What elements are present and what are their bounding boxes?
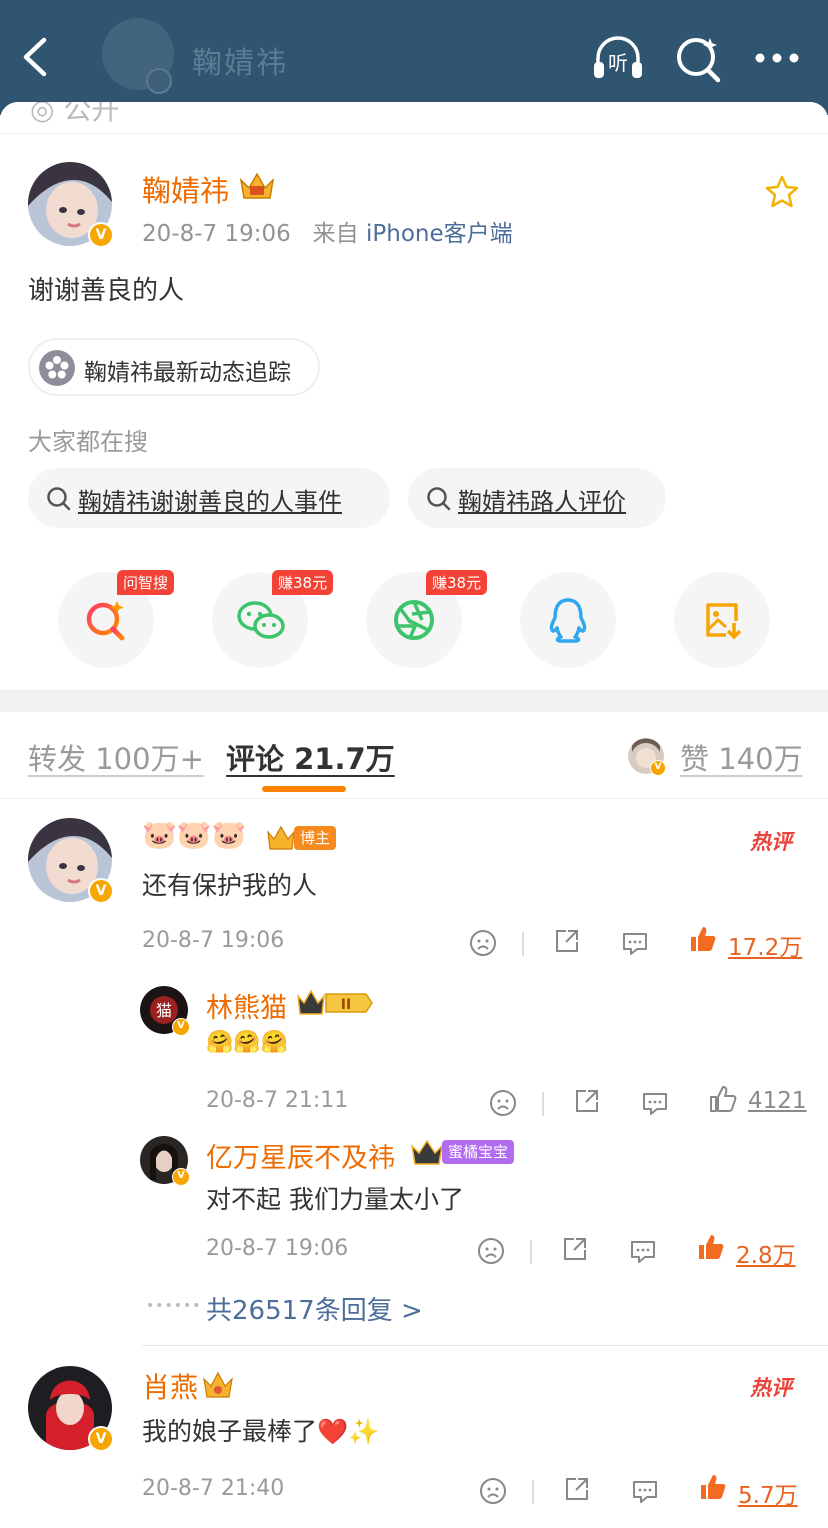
- tab-like[interactable]: 赞 140万: [680, 736, 803, 778]
- comment-bubble-icon[interactable]: [640, 1088, 670, 1118]
- share-icon[interactable]: [552, 926, 582, 956]
- dislike-face-icon[interactable]: [478, 1476, 508, 1506]
- post-text: 谢谢善良的人: [28, 276, 185, 306]
- wechat-icon: [237, 601, 285, 639]
- search-chip-label: 鞠婧祎谢谢善良的人事件: [78, 488, 342, 516]
- flower-icon: [39, 350, 75, 386]
- author-badge: 博主: [294, 826, 337, 850]
- dislike-face-icon[interactable]: [468, 928, 498, 958]
- ai-search-icon: [86, 601, 125, 641]
- post-time: 20-8-7 19:06: [142, 221, 291, 247]
- more-options-icon[interactable]: [750, 30, 806, 86]
- dislike-face-icon[interactable]: [476, 1236, 506, 1266]
- reply-author[interactable]: 林熊猫: [206, 986, 287, 1025]
- verified-badge-icon: V: [88, 222, 114, 248]
- action-separator: [530, 1240, 532, 1264]
- verified-badge-icon: [146, 68, 172, 94]
- comment-separator: [142, 1345, 828, 1346]
- comment-time: 20-8-7 19:06: [142, 928, 285, 953]
- dislike-face-icon[interactable]: [488, 1088, 518, 1118]
- svg-text:II: II: [341, 997, 351, 1013]
- share-tag: 问智搜: [117, 570, 175, 595]
- like-thumb-icon[interactable]: [698, 1472, 728, 1502]
- like-thumb-icon[interactable]: [708, 1084, 738, 1114]
- hot-comment-badge: 热评: [750, 1376, 792, 1400]
- section-divider: [0, 690, 828, 712]
- crown-vip-icon: [267, 825, 295, 850]
- like-thumb-icon[interactable]: [696, 1232, 726, 1262]
- comment-bubble-icon[interactable]: [620, 928, 650, 958]
- share-tag: 赚38元: [272, 570, 334, 595]
- post-source[interactable]: iPhone客户端: [366, 221, 513, 247]
- tabs-divider: [0, 798, 828, 799]
- favorite-star-icon[interactable]: [764, 174, 800, 210]
- verified-badge-icon: V: [172, 1168, 190, 1186]
- listen-label: 听: [608, 51, 628, 75]
- comment-text: 我的娘子最棒了❤️✨: [142, 1417, 380, 1446]
- save-image-button[interactable]: [674, 572, 770, 668]
- post-author-name[interactable]: 鞠婧祎: [142, 168, 229, 210]
- topic-chip-label: 鞠婧祎最新动态追踪: [84, 360, 291, 386]
- more-replies-link[interactable]: 共26517条回复 >: [206, 1290, 423, 1327]
- active-tab-indicator: [262, 786, 346, 792]
- listen-headphones-icon[interactable]: 听: [590, 30, 646, 86]
- post-source-prefix: 来自: [312, 221, 359, 247]
- share-icon[interactable]: [562, 1474, 592, 1504]
- header-title: 鞠婧祎: [192, 46, 288, 81]
- crown-vip-icon: [203, 1371, 233, 1398]
- share-icon[interactable]: [572, 1086, 602, 1116]
- moments-aperture-icon: [394, 600, 434, 640]
- comment-time: 20-8-7 21:40: [142, 1476, 285, 1501]
- reply-text: 对不起 我们力量太小了: [206, 1185, 464, 1214]
- like-count[interactable]: 17.2万: [728, 928, 802, 962]
- crown-vip-icon: [239, 172, 275, 199]
- save-image-icon: [706, 603, 742, 640]
- share-tag: 赚38元: [426, 570, 488, 595]
- search-chip[interactable]: 鞠婧祎路人评价: [408, 468, 666, 528]
- comment-author[interactable]: 🐷🐷🐷: [142, 818, 247, 851]
- comment-author[interactable]: 肖燕: [142, 1366, 198, 1406]
- search-chip[interactable]: 鞠婧祎谢谢善良的人事件: [28, 468, 390, 528]
- previous-item-strip: ◎ 公开: [0, 102, 828, 134]
- reply-time: 20-8-7 19:06: [206, 1236, 349, 1261]
- crown-vip-icon: [410, 1139, 444, 1165]
- verified-badge-icon: V: [172, 1018, 190, 1036]
- more-replies-dots: ••••••: [146, 1298, 202, 1314]
- verified-badge-icon: V: [88, 878, 114, 904]
- verified-badge-icon: V: [88, 1426, 114, 1452]
- hot-comment-badge: 热评: [750, 830, 792, 854]
- like-count[interactable]: 4121: [748, 1088, 807, 1114]
- share-qq-button[interactable]: [520, 572, 616, 668]
- reply-text: 🤗🤗🤗: [206, 1030, 289, 1055]
- search-heading: 大家都在搜: [28, 428, 148, 456]
- action-separator: [542, 1092, 544, 1116]
- verified-badge-icon: V: [650, 760, 666, 776]
- svg-text:猫: 猫: [156, 1001, 172, 1020]
- crown-level-badge-icon: II: [296, 989, 373, 1015]
- search-icon[interactable]: [670, 30, 726, 86]
- share-icon[interactable]: [560, 1234, 590, 1264]
- back-arrow-icon[interactable]: [18, 34, 58, 80]
- search-icon: [427, 487, 451, 511]
- action-separator: [532, 1480, 534, 1504]
- post-meta: 20-8-7 19:06 来自 iPhone客户端: [142, 214, 513, 248]
- topic-chip[interactable]: 鞠婧祎最新动态追踪: [28, 338, 320, 396]
- reply-author[interactable]: 亿万星辰不及祎: [206, 1136, 395, 1175]
- like-thumb-icon[interactable]: [688, 924, 718, 954]
- comment-text: 还有保护我的人: [142, 871, 318, 900]
- search-icon: [47, 487, 71, 511]
- comment-bubble-icon[interactable]: [628, 1236, 658, 1266]
- search-chip-label: 鞠婧祎路人评价: [458, 488, 626, 516]
- comment-bubble-icon[interactable]: [630, 1476, 660, 1506]
- tab-comment[interactable]: 评论 21.7万: [226, 736, 395, 778]
- reply-time: 20-8-7 21:11: [206, 1088, 349, 1113]
- action-separator: [522, 932, 524, 956]
- like-count[interactable]: 2.8万: [736, 1236, 796, 1270]
- tab-repost[interactable]: 转发 100万+: [28, 736, 204, 778]
- fan-badge: 蜜橘宝宝: [442, 1140, 515, 1164]
- like-count[interactable]: 5.7万: [738, 1476, 798, 1510]
- qq-penguin-icon: [549, 598, 587, 643]
